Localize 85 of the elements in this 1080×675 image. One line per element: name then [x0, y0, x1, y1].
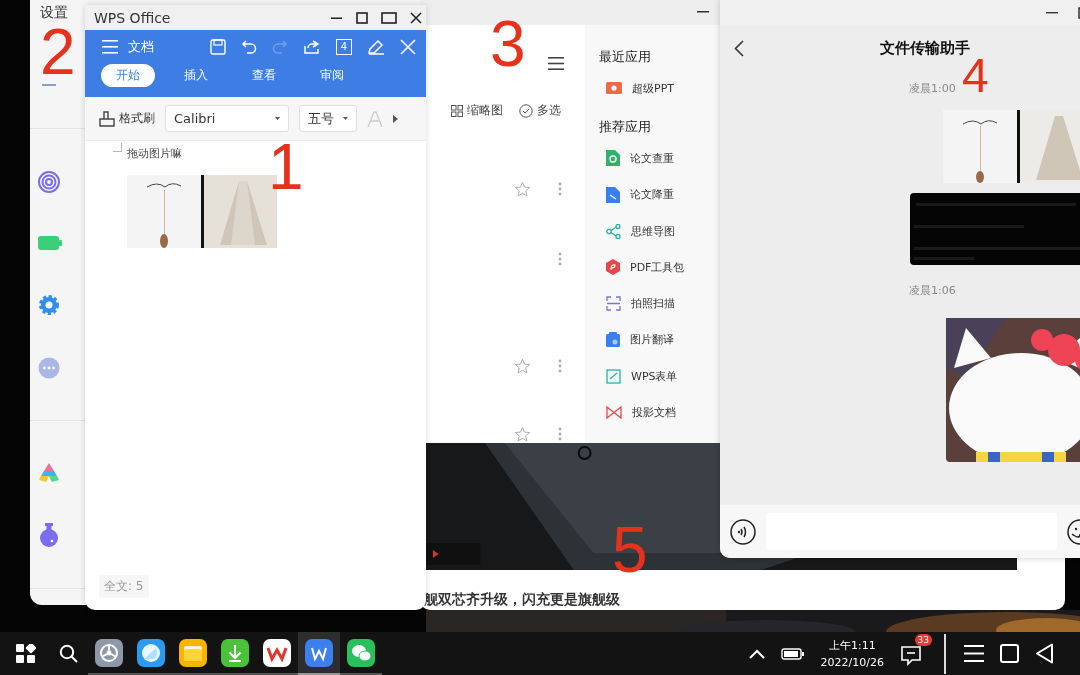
- maximize-icon[interactable]: [381, 11, 397, 24]
- format-painter-button[interactable]: 格式刷: [99, 110, 155, 127]
- letter-app-icon: [263, 638, 291, 667]
- ribbon-tab[interactable]: 开始: [101, 64, 155, 87]
- letter-app-icon: [305, 638, 333, 667]
- square-icon[interactable]: [1000, 644, 1019, 663]
- chevron-up-icon[interactable]: [748, 648, 765, 659]
- annotation-number: 1: [268, 135, 304, 199]
- scan-icon: [606, 296, 621, 312]
- slides-icon: [606, 82, 622, 95]
- message-icon[interactable]: [900, 643, 922, 666]
- emoji-icon[interactable]: [1067, 518, 1080, 545]
- caret-icon: [343, 117, 348, 120]
- right-arrow-icon[interactable]: [393, 114, 398, 123]
- app-item[interactable]: 超级PPT: [599, 70, 719, 107]
- font-size-dropdown[interactable]: 五号: [299, 105, 357, 132]
- taskbar-app[interactable]: [298, 632, 340, 675]
- check-circle-icon: [519, 103, 533, 118]
- undo-icon[interactable]: [241, 39, 257, 55]
- document-text: 拖动图片嘛: [127, 146, 182, 161]
- mind-map-icon: [606, 223, 621, 239]
- app-item[interactable]: 思维导图: [599, 212, 719, 250]
- view-option-button[interactable]: 多选: [519, 102, 561, 119]
- back-icon[interactable]: [734, 39, 744, 57]
- app-item[interactable]: PDF工具包: [599, 249, 719, 286]
- voice-icon[interactable]: [730, 518, 756, 545]
- caret-icon: [275, 117, 280, 120]
- pen-icon[interactable]: [367, 39, 385, 55]
- clock-time[interactable]: 上午1:11: [828, 636, 876, 654]
- star-icon[interactable]: [514, 358, 531, 375]
- bowtie-icon: [606, 406, 622, 419]
- save-icon[interactable]: [210, 39, 226, 55]
- document-label: 文档: [128, 38, 154, 56]
- restore-icon[interactable]: [356, 11, 368, 24]
- search-icon[interactable]: [59, 644, 78, 663]
- ribbon-tab[interactable]: 审阅: [305, 64, 359, 87]
- menu-icon[interactable]: [548, 57, 564, 70]
- download-app-icon: [221, 638, 249, 667]
- app-item[interactable]: 图片翻译: [599, 321, 719, 359]
- window-title: WPS Office: [94, 9, 171, 26]
- app-item[interactable]: 论文查重: [599, 140, 719, 177]
- gear-icon[interactable]: [38, 294, 60, 316]
- share-icon[interactable]: [303, 39, 321, 55]
- flask-icon[interactable]: [38, 523, 60, 547]
- font-color-icon[interactable]: [367, 110, 383, 127]
- app-item[interactable]: 拍照扫描: [599, 285, 719, 322]
- compass-app-icon: [137, 638, 165, 667]
- annotation-number: 5: [612, 518, 648, 582]
- fingerprint-icon[interactable]: [38, 171, 60, 193]
- app-item[interactable]: 投影文档: [599, 394, 719, 431]
- ribbon-tab[interactable]: 插入: [169, 64, 223, 87]
- star-icon[interactable]: [514, 181, 531, 198]
- brush-icon: [99, 110, 115, 127]
- document-search-icon: [606, 150, 620, 167]
- window-count-button[interactable]: 4: [336, 39, 352, 55]
- gear-app-icon: [95, 638, 123, 667]
- grid-icon: [451, 104, 463, 117]
- section-heading: 推荐应用: [599, 118, 652, 137]
- clock-date[interactable]: 2022/10/26: [820, 653, 884, 671]
- close-icon[interactable]: [410, 11, 422, 24]
- folder-app-icon: [179, 638, 207, 667]
- font-dropdown[interactable]: Calibri: [165, 105, 289, 132]
- edit-form-icon: [606, 368, 621, 384]
- start-icon[interactable]: [16, 643, 36, 664]
- view-option-button[interactable]: 缩略图: [451, 102, 503, 119]
- minimize-icon[interactable]: [1046, 11, 1058, 14]
- app-item[interactable]: 论文降重: [599, 176, 719, 213]
- document-icon: [606, 186, 620, 203]
- triangle-logo-icon[interactable]: [38, 463, 60, 483]
- annotation-number: 2: [40, 20, 76, 84]
- message-time: 凌晨1:06: [909, 283, 956, 298]
- word-count: 全文: 5: [99, 575, 149, 598]
- ribbon-tab[interactable]: 查看: [237, 64, 291, 87]
- star-icon[interactable]: [514, 426, 531, 443]
- minimize-icon[interactable]: [697, 11, 709, 14]
- message-time: 凌晨1:00: [909, 81, 956, 96]
- menu-icon[interactable]: [964, 645, 984, 662]
- hexagon-icon: [606, 259, 620, 276]
- notification-badge: 33: [914, 633, 932, 646]
- battery-icon[interactable]: [780, 647, 805, 660]
- chat-app-icon: [347, 638, 375, 667]
- image-document-icon: [606, 332, 620, 348]
- annotation-number: 3: [490, 12, 526, 76]
- app-item[interactable]: WPS表单: [599, 358, 719, 395]
- window-title: 设置: [40, 4, 68, 22]
